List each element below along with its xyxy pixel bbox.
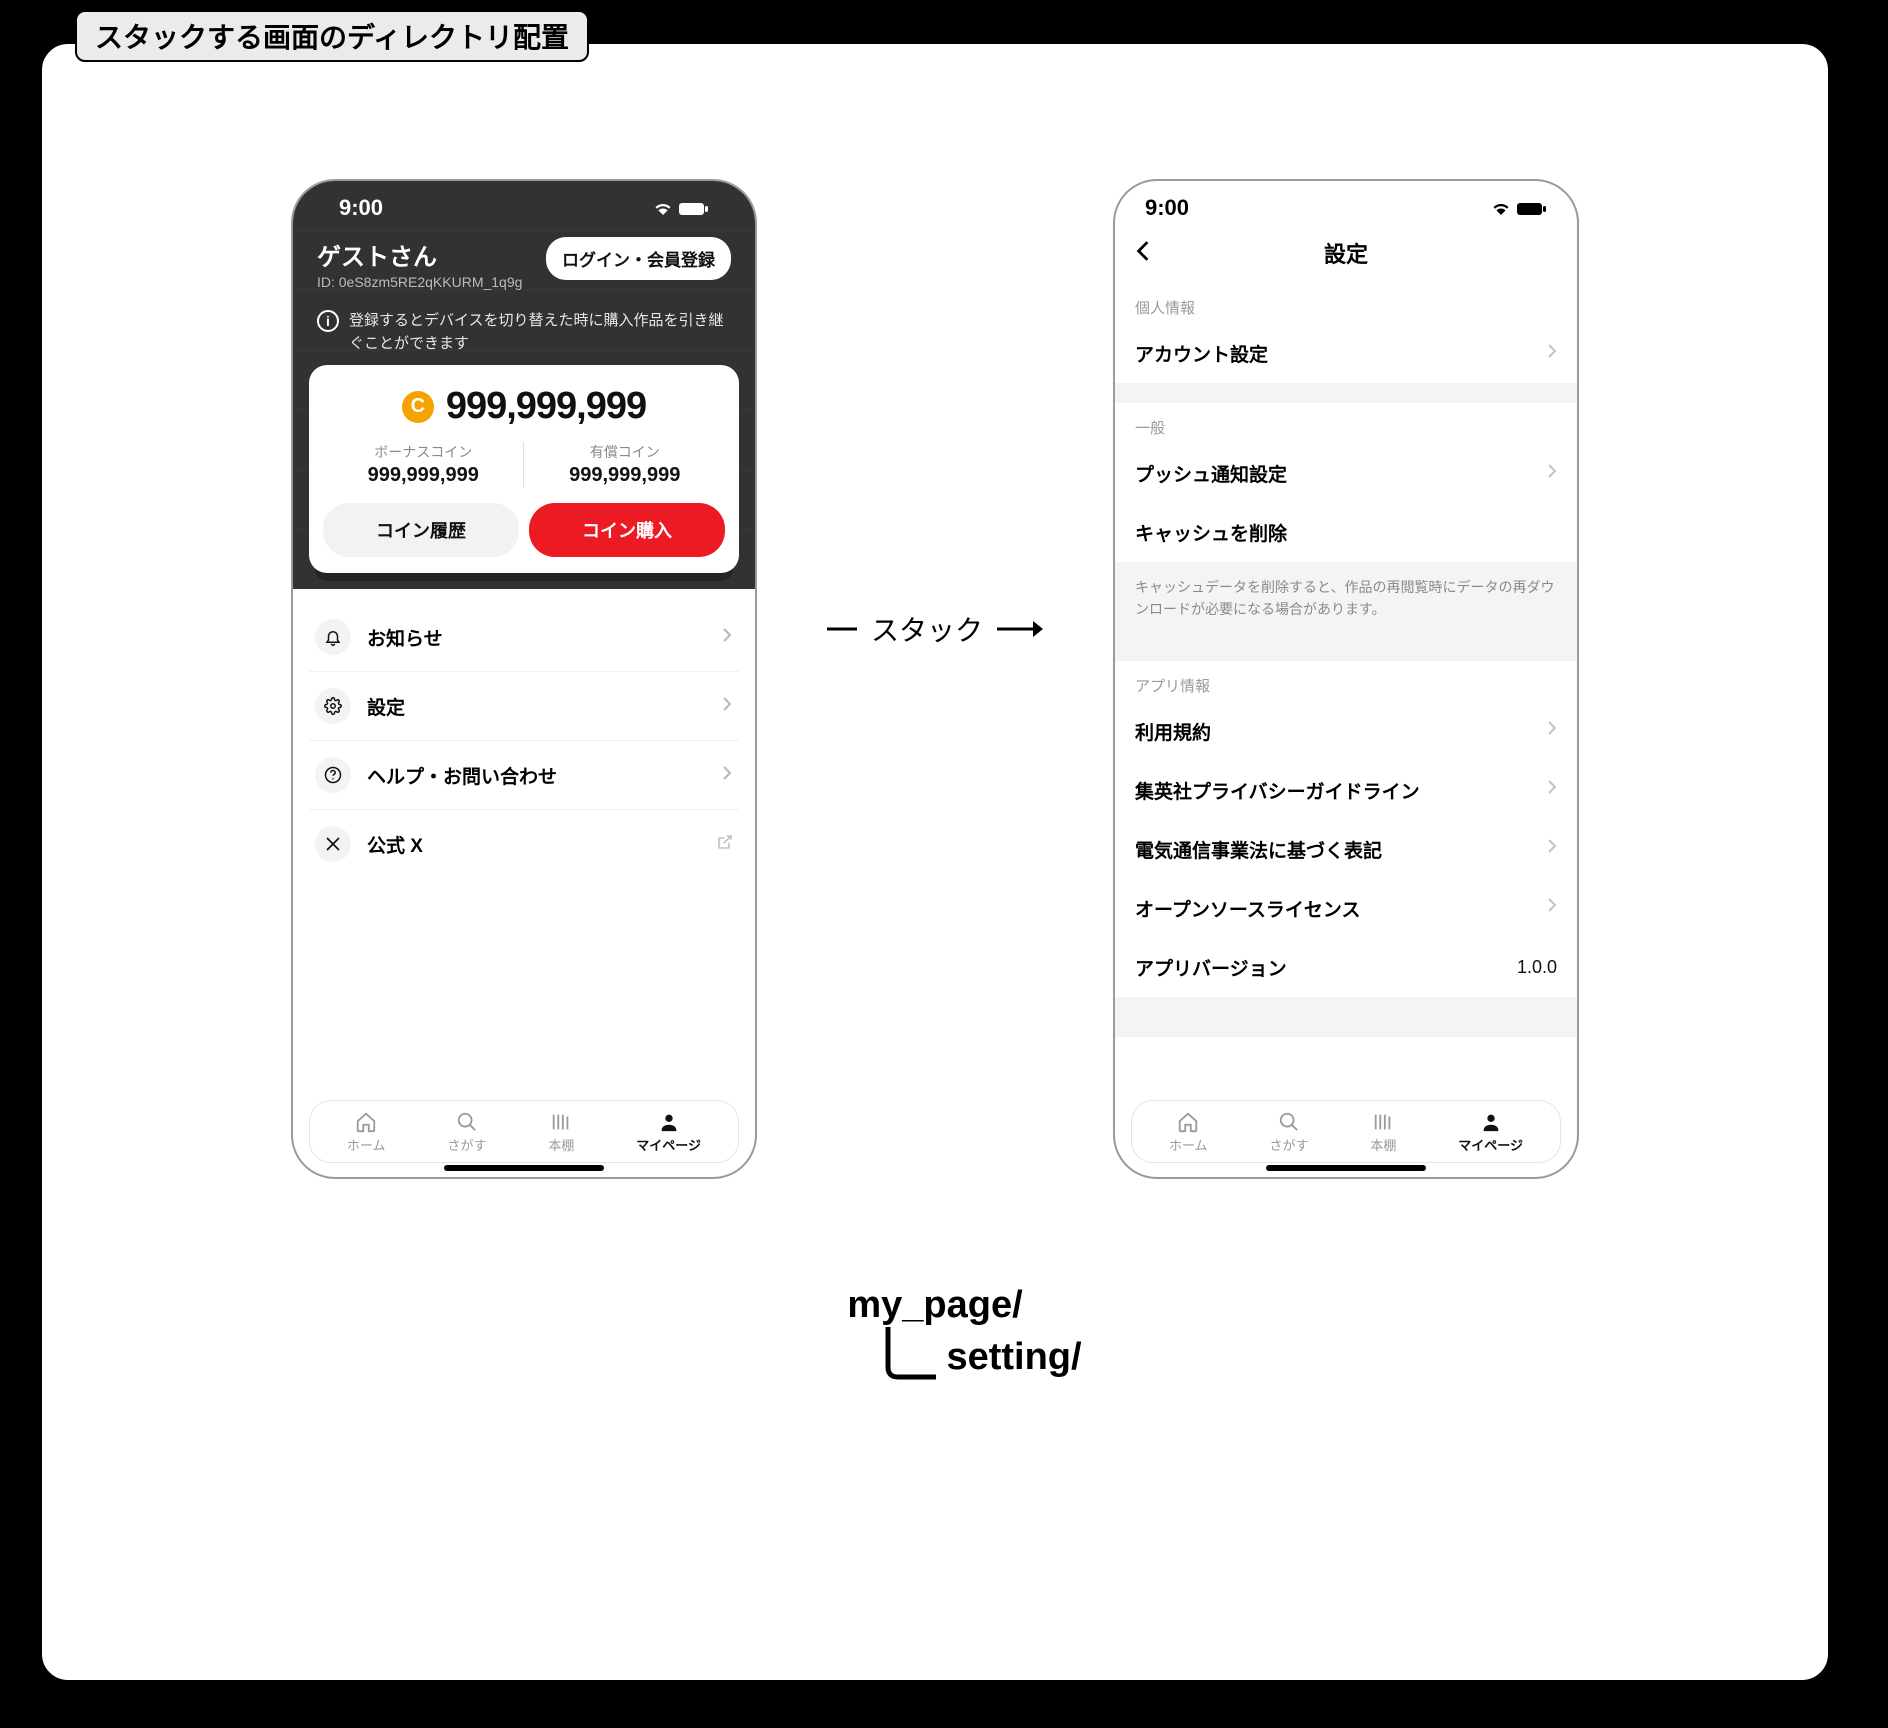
- coin-total: 999,999,999: [446, 385, 646, 428]
- tab-search-label: さがす: [447, 1138, 486, 1153]
- tab-search-label: さがす: [1269, 1138, 1308, 1153]
- row-clear-cache-label: キャッシュを削除: [1135, 519, 1287, 546]
- tab-mypage[interactable]: マイページ: [636, 1111, 701, 1154]
- row-terms[interactable]: 利用規約: [1115, 702, 1577, 761]
- settings-title: 設定: [1324, 237, 1368, 269]
- row-version-label: アプリバージョン: [1135, 954, 1287, 981]
- tab-search[interactable]: さがす: [1269, 1111, 1308, 1154]
- bonus-coin-label: ボーナスコイン: [323, 442, 524, 462]
- phone-mypage: 9:00 ゲストさん ID: 0eS8zm5RE2qKKURM_1q9g ログイ…: [291, 179, 757, 1179]
- guest-name: ゲストさん: [317, 237, 522, 272]
- tab-mypage-label: マイページ: [636, 1138, 701, 1153]
- info-text: 登録するとデバイスを切り替えた時に購入作品を引き継ぐことができます: [349, 310, 731, 355]
- tab-bar: ホーム さがす 本棚 マイページ: [1131, 1100, 1561, 1163]
- row-oss[interactable]: オープンソースライセンス: [1115, 879, 1577, 938]
- menu-settings-label: 設定: [367, 693, 705, 720]
- tab-shelf[interactable]: 本棚: [1370, 1111, 1396, 1154]
- row-clear-cache[interactable]: キャッシュを削除: [1115, 503, 1577, 562]
- info-icon: i: [317, 310, 339, 332]
- tab-home[interactable]: ホーム: [1169, 1111, 1208, 1154]
- menu-x-label: 公式 X: [367, 831, 701, 858]
- help-icon: [315, 757, 351, 793]
- chevron-right-icon: [721, 627, 733, 648]
- row-account[interactable]: アカウント設定: [1115, 324, 1577, 383]
- coin-buy-button[interactable]: コイン購入: [529, 503, 725, 557]
- cache-note: キャッシュデータを削除すると、作品の再閲覧時にデータの再ダウンロードが必要になる…: [1115, 562, 1577, 641]
- chevron-right-icon: [1547, 463, 1557, 485]
- menu-settings[interactable]: 設定: [309, 672, 739, 741]
- tab-mypage[interactable]: マイページ: [1458, 1111, 1523, 1154]
- phone-settings: 9:00 設定 個人情報 アカウント設定 一般 プッシュ通知設定: [1113, 179, 1579, 1179]
- dir-mypage: my_page/: [847, 1284, 1022, 1327]
- menu-help[interactable]: ヘルプ・お問い合わせ: [309, 741, 739, 810]
- stack-arrow-label: スタック: [871, 609, 983, 649]
- home-indicator: [1266, 1165, 1426, 1171]
- row-oss-label: オープンソースライセンス: [1135, 895, 1361, 922]
- status-icons: [1491, 195, 1547, 221]
- menu-official-x[interactable]: 公式 X: [309, 810, 739, 878]
- tab-shelf-label: 本棚: [548, 1138, 574, 1153]
- back-button[interactable]: [1135, 237, 1151, 269]
- dir-setting: setting/: [946, 1336, 1081, 1379]
- menu-notice-label: お知らせ: [367, 624, 705, 651]
- row-privacy[interactable]: 集英社プライバシーガイドライン: [1115, 761, 1577, 820]
- tab-search[interactable]: さがす: [447, 1111, 486, 1154]
- row-privacy-label: 集英社プライバシーガイドライン: [1135, 777, 1420, 804]
- status-icons: [653, 195, 709, 221]
- bonus-coin-value: 999,999,999: [323, 464, 524, 487]
- chevron-right-icon: [1547, 779, 1557, 801]
- tab-shelf[interactable]: 本棚: [548, 1111, 574, 1154]
- external-link-icon: [717, 834, 733, 855]
- home-indicator: [444, 1165, 604, 1171]
- section-general: 一般: [1115, 403, 1577, 444]
- row-account-label: アカウント設定: [1135, 340, 1268, 367]
- tab-bar: ホーム さがす 本棚 マイページ: [309, 1100, 739, 1163]
- section-tag: スタックする画面のディレクトリ配置: [75, 10, 589, 62]
- tab-shelf-label: 本棚: [1370, 1138, 1396, 1153]
- coin-history-button[interactable]: コイン履歴: [323, 503, 519, 557]
- tab-mypage-label: マイページ: [1458, 1138, 1523, 1153]
- bell-icon: [315, 619, 351, 655]
- status-bar: 9:00: [309, 181, 739, 227]
- paid-coin-value: 999,999,999: [524, 464, 725, 487]
- status-time: 9:00: [339, 195, 383, 221]
- coin-icon: C: [402, 391, 434, 423]
- paid-coin-label: 有償コイン: [524, 442, 725, 462]
- row-push[interactable]: プッシュ通知設定: [1115, 444, 1577, 503]
- row-telecom-label: 電気通信事業法に基づく表記: [1135, 836, 1382, 863]
- tab-home[interactable]: ホーム: [347, 1111, 386, 1154]
- login-register-button[interactable]: ログイン・会員登録: [546, 237, 731, 280]
- row-push-label: プッシュ通知設定: [1135, 460, 1287, 487]
- chevron-right-icon: [1547, 838, 1557, 860]
- row-version: アプリバージョン 1.0.0: [1115, 938, 1577, 997]
- chevron-right-icon: [1547, 343, 1557, 365]
- guest-id: ID: 0eS8zm5RE2qKKURM_1q9g: [317, 274, 522, 290]
- menu-notice[interactable]: お知らせ: [309, 603, 739, 672]
- row-version-value: 1.0.0: [1517, 957, 1557, 978]
- coin-card: C 999,999,999 ボーナスコイン 999,999,999 有償コイン …: [309, 365, 739, 573]
- x-logo-icon: [315, 826, 351, 862]
- row-terms-label: 利用規約: [1135, 718, 1211, 745]
- status-time: 9:00: [1145, 195, 1189, 221]
- stack-arrow: スタック: [827, 609, 1043, 649]
- chevron-right-icon: [1547, 897, 1557, 919]
- chevron-right-icon: [721, 765, 733, 786]
- directory-tree: my_page/ setting/: [42, 1284, 1828, 1387]
- status-bar: 9:00: [1115, 181, 1577, 227]
- tab-home-label: ホーム: [347, 1138, 386, 1153]
- chevron-right-icon: [721, 696, 733, 717]
- chevron-right-icon: [1547, 720, 1557, 742]
- section-personal: 個人情報: [1115, 283, 1577, 324]
- tab-home-label: ホーム: [1169, 1138, 1208, 1153]
- menu-help-label: ヘルプ・お問い合わせ: [367, 762, 705, 789]
- gear-icon: [315, 688, 351, 724]
- section-app: アプリ情報: [1115, 661, 1577, 702]
- row-telecom[interactable]: 電気通信事業法に基づく表記: [1115, 820, 1577, 879]
- diagram-panel: 9:00 ゲストさん ID: 0eS8zm5RE2qKKURM_1q9g ログイ…: [40, 42, 1830, 1682]
